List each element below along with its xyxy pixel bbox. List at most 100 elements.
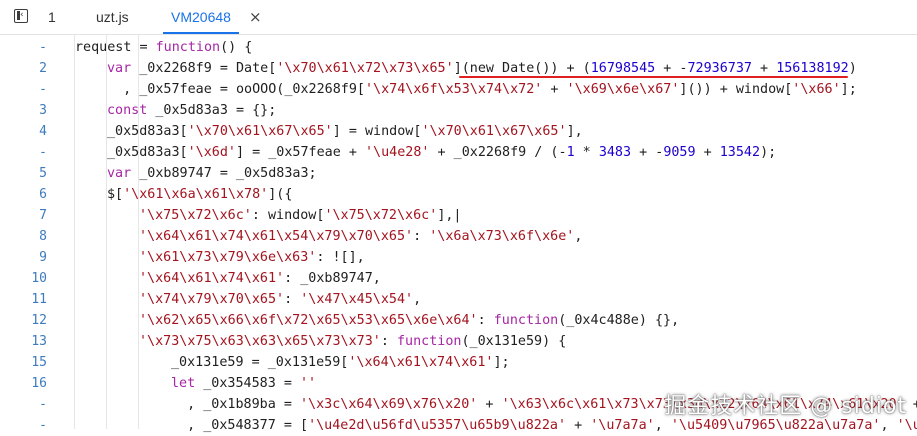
code-token: '\x64\x61\x74\x61\x54\x79\x70\x65' [139, 229, 414, 244]
code-token: 9059 [663, 145, 696, 160]
code-line[interactable]: 11 '\x74\x79\x70\x65': '\x47\x45\x54', [0, 289, 917, 310]
code-token: '\x47\x45\x54' [300, 292, 414, 307]
line-number[interactable]: 5 [0, 163, 47, 184]
line-number[interactable]: 4 [0, 121, 47, 142]
code-token: '\x69\x6e\x67' [566, 82, 680, 97]
line-number[interactable]: 13 [0, 331, 47, 352]
code-token: _0x2268f9 = Date[ [131, 61, 277, 76]
line-number[interactable]: - [0, 415, 47, 436]
code-token: $[ [107, 187, 124, 202]
line-number[interactable]: 9 [0, 247, 47, 268]
code-token: _0x5d83a3 = {}; [147, 103, 277, 118]
code-token: 16798545 [590, 61, 656, 76]
code-token: '\x75\x72\x6c' [139, 208, 252, 223]
code-token: , _0x57feae = ooOOO(_0x2268f9[ [107, 82, 365, 97]
line-number[interactable]: - [0, 37, 47, 58]
code-token: _0x354583 = [195, 376, 300, 391]
code-line[interactable]: 10 '\x64\x61\x74\x61': _0xb89747, [0, 268, 917, 289]
code-text: '\x74\x79\x70\x65': '\x47\x45\x54', [139, 289, 421, 310]
code-line[interactable]: - request = function() { [0, 37, 917, 58]
code-line[interactable]: - _0x5d83a3['\x6d'] = _0x57feae + '\u4e28… [0, 142, 917, 163]
code-token: , _0x1b89ba = [171, 397, 300, 412]
code-line[interactable]: 15 _0x131e59 = _0x131e59['\x64\x61\x74\x6… [0, 352, 917, 373]
code-token: 13542 [719, 145, 761, 160]
code-token: * [574, 145, 599, 160]
code-token: , [413, 292, 422, 307]
editor-tab-bar: ‹ 1 uzt.js VM20648 × [0, 0, 917, 35]
code-token: + _0x2268f9 / (- [429, 145, 567, 160]
code-token: ) [848, 61, 857, 76]
code-token: ); [760, 145, 777, 160]
code-token: , _0x548377 = [ [171, 418, 309, 433]
line-number[interactable]: - [0, 79, 47, 100]
code-line[interactable]: 3 const _0x5d83a3 = {}; [0, 100, 917, 121]
code-token: , [654, 418, 671, 433]
code-token: 72936737 [687, 61, 753, 76]
code-line[interactable]: 9 '\x61\x73\x79\x6e\x63': ![], [0, 247, 917, 268]
code-token: (_0x4c488e) {}, [558, 313, 680, 328]
code-token: '\x61\x73\x79\x6e\x63' [139, 250, 317, 265]
code-text: '\x73\x75\x63\x63\x65\x73\x73': function… [139, 331, 566, 352]
code-token: var [107, 61, 132, 76]
code-text: _0x5d83a3['\x6d'] = _0x57feae + '\u4e28'… [107, 142, 776, 163]
line-number[interactable]: 2 [0, 58, 47, 79]
code-token: _0x131e59 = _0x131e59[ [171, 355, 349, 370]
code-line[interactable]: - , _0x57feae = ooOOO(_0x2268f9['\x74\x6… [0, 79, 917, 100]
code-token: ] = window[ [332, 124, 422, 139]
code-token: + [477, 397, 502, 412]
code-line[interactable]: 4 _0x5d83a3['\x70\x61\x67\x65'] = window[… [0, 121, 917, 142]
code-token: function [493, 313, 559, 328]
code-text: '\x64\x61\x74\x61': _0xb89747, [139, 268, 381, 289]
line-number[interactable]: 12 [0, 310, 47, 331]
tab-vm20648[interactable]: VM20648 [163, 0, 239, 34]
tab-1[interactable]: 1 [48, 0, 56, 34]
code-token: '\x61\x6a\x61\x78' [123, 187, 269, 202]
code-token: '\x6d' [187, 145, 236, 160]
code-token: 3483 [598, 145, 632, 160]
code-token: '\x62\x65\x66\x6f\x72\x65\x53\x65\x6e\x6… [139, 313, 478, 328]
code-token: ]({ [268, 187, 293, 202]
line-number[interactable]: - [0, 142, 47, 163]
code-token: ],| [437, 208, 462, 223]
code-token: '\u4e28' [365, 145, 430, 160]
code-token: (_0x131e59) { [461, 334, 567, 349]
code-line[interactable]: 13 '\x73\x75\x63\x63\x65\x73\x73': functi… [0, 331, 917, 352]
code-editor[interactable]: - request = function() { 2 var _0x2268f9 = … [0, 35, 917, 433]
code-token: '\x73\x75\x63\x63\x65\x73\x73' [139, 334, 381, 349]
code-token: ] = _0x57feae + [236, 145, 365, 160]
code-token: _0x5d83a3[ [107, 145, 188, 160]
code-line[interactable]: 12 '\x62\x65\x66\x6f\x72\x65\x53\x65\x6e\… [0, 310, 917, 331]
code-text: $['\x61\x6a\x61\x78']({ [107, 184, 292, 205]
code-token: '\x74\x6f\x53\x74\x72' [364, 82, 543, 97]
highlight-underline [459, 76, 848, 78]
code-token: : [413, 229, 430, 244]
code-text: request = function() { [75, 37, 252, 58]
tab-uzt-js[interactable]: uzt.js [96, 0, 129, 34]
code-line[interactable]: 8 '\x64\x61\x74\x61\x54\x79\x70\x65': '\x… [0, 226, 917, 247]
code-text: let _0x354583 = '' [171, 373, 316, 394]
sidebar-toggle-icon[interactable]: ‹ [14, 9, 28, 23]
code-line[interactable]: 7 '\x75\x72\x6c': window['\x75\x72\x6c'],… [0, 205, 917, 226]
line-number[interactable]: 16 [0, 373, 47, 394]
line-number[interactable]: 10 [0, 268, 47, 289]
close-tab-icon[interactable]: × [249, 0, 262, 34]
code-token: '\x70\x61\x72\x73\x65' [276, 61, 454, 76]
line-number[interactable]: 7 [0, 205, 47, 226]
line-number[interactable]: 6 [0, 184, 47, 205]
line-number[interactable]: 3 [0, 100, 47, 121]
code-line[interactable]: 5 var _0xb89747 = _0x5d83a3; [0, 163, 917, 184]
code-token: function [155, 40, 221, 55]
code-line[interactable]: 6 $['\x61\x6a\x61\x78']({ [0, 184, 917, 205]
code-token: 156138192 [776, 61, 849, 76]
line-number[interactable]: 15 [0, 352, 47, 373]
line-number[interactable]: 11 [0, 289, 47, 310]
code-token: request = [75, 40, 156, 55]
code-token: + [542, 82, 567, 97]
line-number[interactable]: 8 [0, 226, 47, 247]
code-token: ](new Date()) + ( [453, 61, 591, 76]
code-token: ]; [840, 82, 857, 97]
code-text: _0x131e59 = _0x131e59['\x64\x61\x74\x61'… [171, 352, 510, 373]
line-number[interactable]: - [0, 394, 47, 415]
code-token: const [107, 103, 148, 118]
code-text: '\x62\x65\x66\x6f\x72\x65\x53\x65\x6e\x6… [139, 310, 679, 331]
